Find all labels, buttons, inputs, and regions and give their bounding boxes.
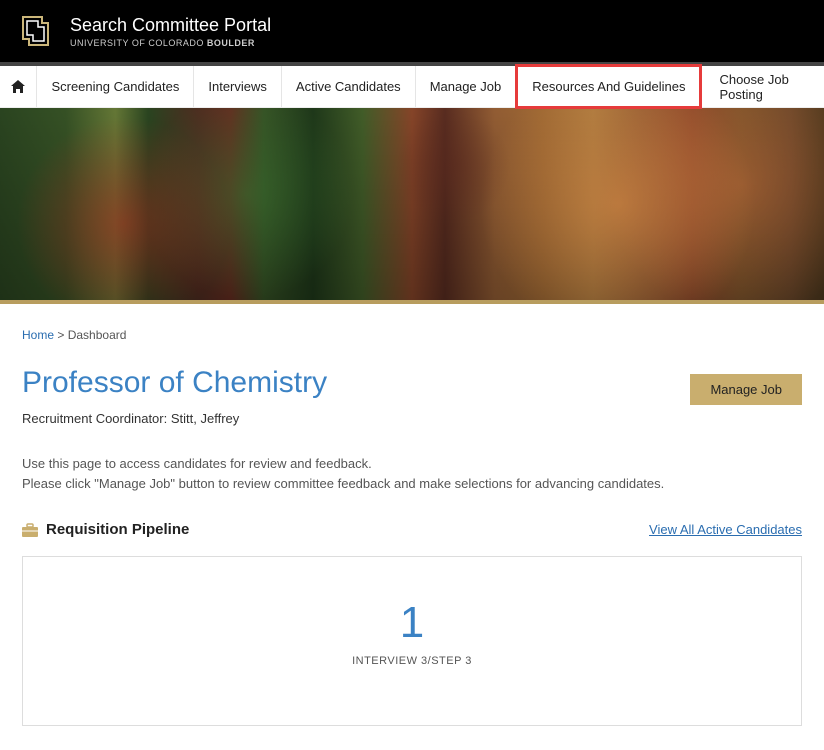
nav-active-candidates[interactable]: Active Candidates: [282, 66, 416, 107]
home-icon: [11, 80, 25, 93]
nav-bar: Screening Candidates Interviews Active C…: [0, 66, 824, 108]
pipeline-count: 1: [23, 601, 801, 645]
breadcrumb: Home > Dashboard: [22, 328, 802, 342]
nav-manage-job[interactable]: Manage Job: [416, 66, 517, 107]
coordinator-line: Recruitment Coordinator: Stitt, Jeffrey: [22, 411, 802, 426]
pipeline-title: Requisition Pipeline: [46, 521, 189, 538]
cu-logo: [20, 14, 58, 48]
description-line-2: Please click "Manage Job" button to revi…: [22, 474, 802, 494]
nav-resources-guidelines[interactable]: Resources And Guidelines: [515, 64, 702, 109]
briefcase-icon: [22, 523, 38, 537]
pipeline-step-label: INTERVIEW 3/STEP 3: [23, 655, 801, 667]
nav-interviews[interactable]: Interviews: [194, 66, 282, 107]
description-block: Use this page to access candidates for r…: [22, 454, 802, 493]
breadcrumb-current: Dashboard: [68, 328, 127, 342]
header-bar: Search Committee Portal UNIVERSITY OF CO…: [0, 0, 824, 62]
coordinator-label: Recruitment Coordinator:: [22, 411, 167, 426]
manage-job-button[interactable]: Manage Job: [690, 374, 802, 405]
portal-title: Search Committee Portal: [70, 15, 271, 36]
page-title: Professor of Chemistry: [22, 366, 327, 400]
university-subtitle: UNIVERSITY OF COLORADO BOULDER: [70, 38, 271, 48]
nav-home[interactable]: [0, 66, 37, 107]
logo-wrap: Search Committee Portal UNIVERSITY OF CO…: [20, 14, 271, 48]
nav-screening-candidates[interactable]: Screening Candidates: [37, 66, 194, 107]
view-all-candidates-link[interactable]: View All Active Candidates: [649, 522, 802, 537]
pipeline-section-head: Requisition Pipeline: [22, 521, 189, 538]
campus-banner-image: [0, 108, 824, 304]
breadcrumb-home[interactable]: Home: [22, 328, 54, 342]
description-line-1: Use this page to access candidates for r…: [22, 454, 802, 474]
choose-job-posting[interactable]: Choose Job Posting: [701, 66, 824, 107]
breadcrumb-separator: >: [57, 328, 64, 342]
coordinator-name: Stitt, Jeffrey: [171, 411, 239, 426]
